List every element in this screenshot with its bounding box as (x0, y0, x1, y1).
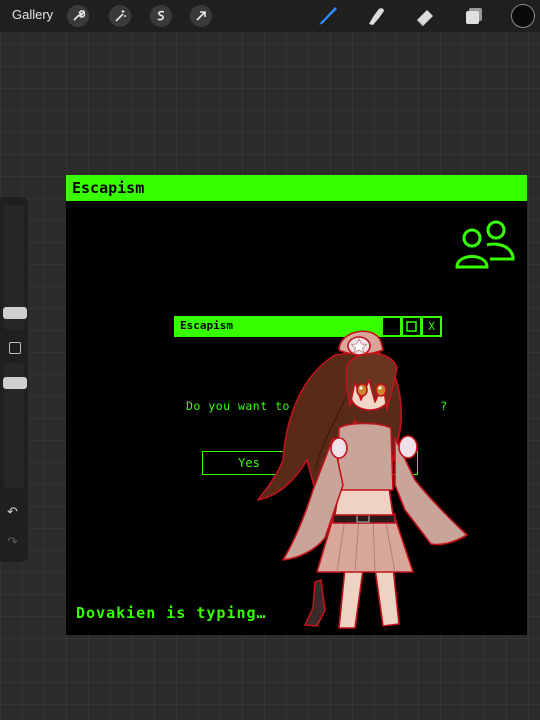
wrench-icon[interactable] (67, 5, 89, 27)
eraser-icon[interactable] (413, 4, 437, 28)
smudge-icon[interactable] (364, 4, 388, 28)
modify-button[interactable] (9, 342, 21, 354)
opacity-knob[interactable] (3, 377, 27, 389)
magic-wand-icon[interactable] (109, 5, 131, 27)
dialog-title: Escapism (180, 319, 233, 332)
window-title: Escapism (72, 179, 145, 197)
gallery-button[interactable]: Gallery (12, 7, 53, 22)
top-toolbar: Gallery (0, 0, 540, 32)
layers-icon[interactable] (462, 4, 486, 28)
color-picker-button[interactable] (511, 4, 535, 28)
users-icon (455, 220, 515, 269)
brush-size-knob[interactable] (3, 307, 27, 319)
left-sidebar: ↶ ↷ (0, 197, 28, 562)
transform-arrow-icon[interactable] (190, 5, 212, 27)
brush-icon[interactable] (315, 4, 339, 28)
typing-indicator: Dovakien is typing… (76, 604, 267, 622)
window-titlebar: Escapism (66, 175, 527, 201)
anime-girl-illustration (257, 330, 468, 629)
selection-icon[interactable] (150, 5, 172, 27)
redo-icon[interactable]: ↷ (7, 535, 18, 550)
undo-icon[interactable]: ↶ (7, 505, 18, 520)
